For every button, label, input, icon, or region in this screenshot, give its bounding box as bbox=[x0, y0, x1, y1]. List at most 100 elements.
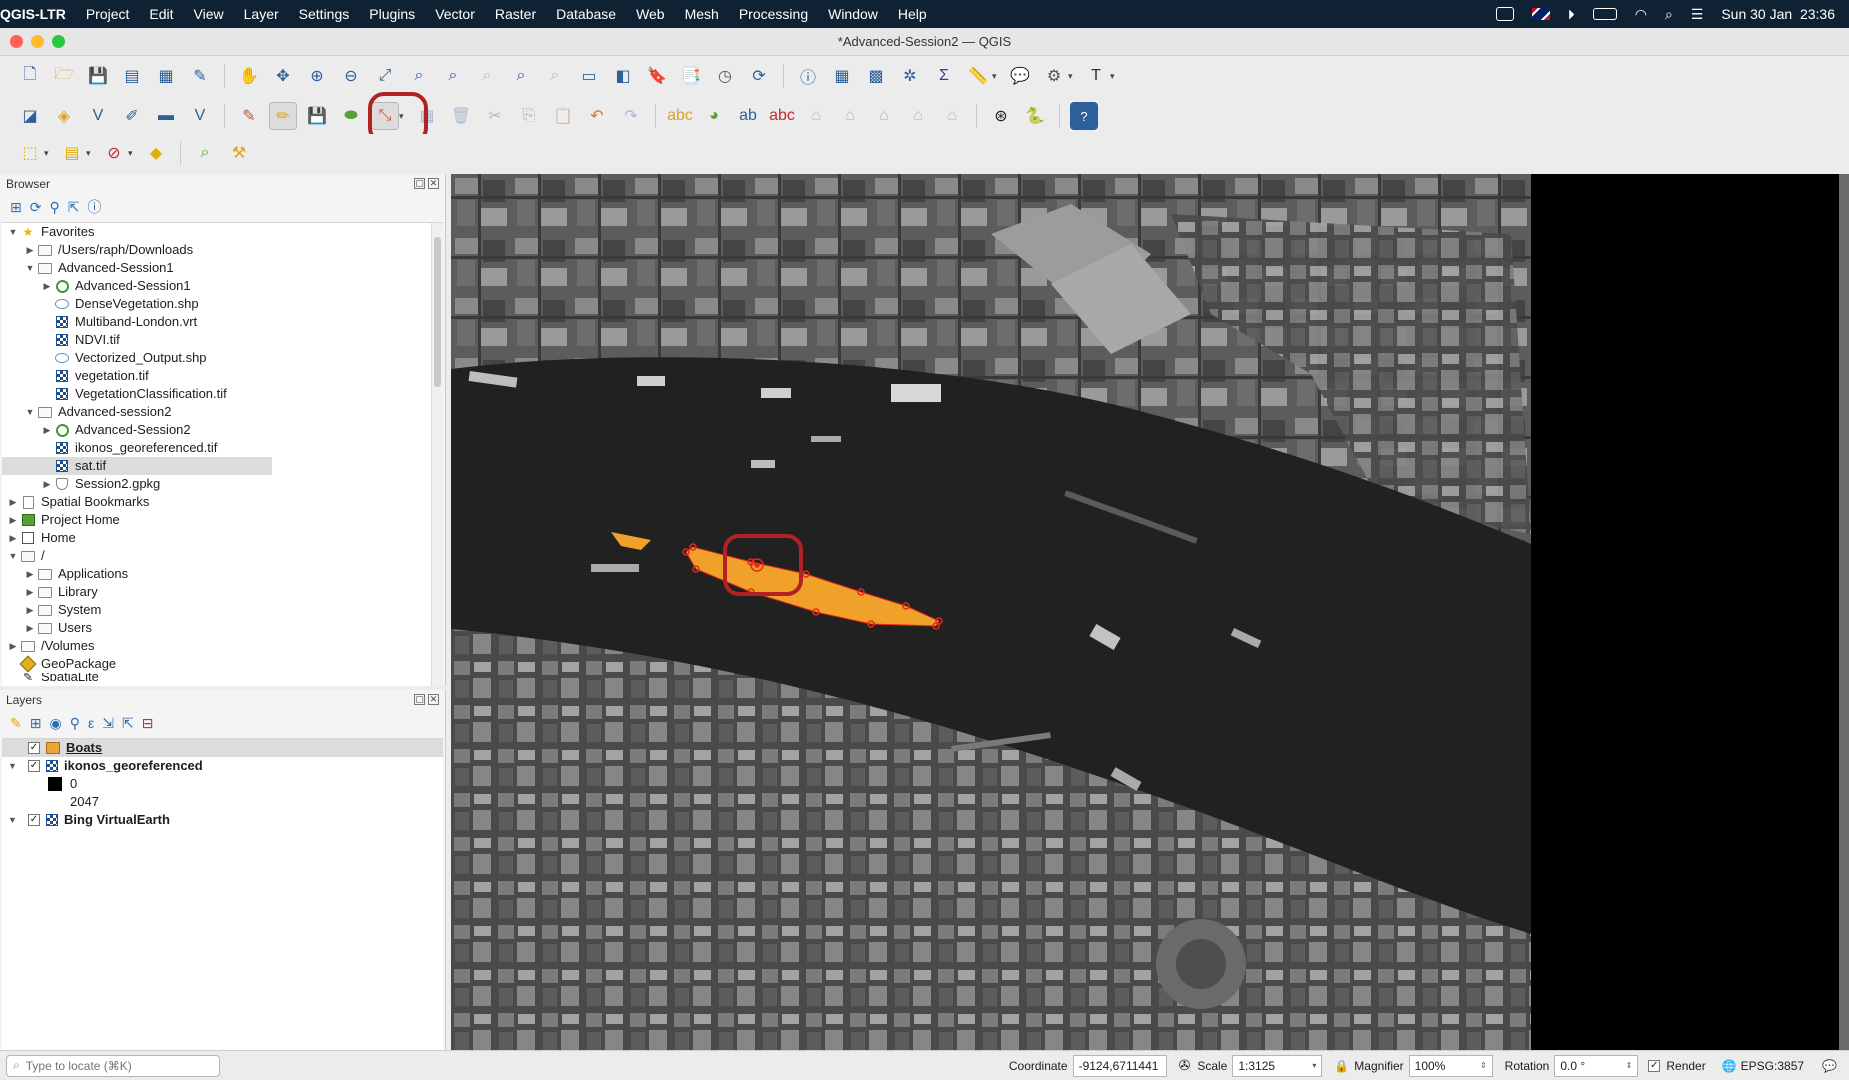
pin-labels-icon[interactable]: ⌂ bbox=[802, 102, 830, 130]
zoom-in-icon[interactable]: ⊕ bbox=[303, 62, 331, 90]
tree-item-users[interactable]: ▶ Users bbox=[2, 619, 443, 637]
filter-by-expression-icon[interactable]: ε bbox=[88, 715, 94, 731]
select-by-location-icon[interactable]: ⚙ bbox=[1040, 62, 1068, 90]
tree-item-advanced-session2-project[interactable]: ▶ Advanced-Session2 bbox=[2, 421, 443, 439]
processing-toolbox-icon[interactable]: ✲ bbox=[896, 62, 924, 90]
modify-attributes-icon[interactable]: ▦ bbox=[413, 102, 441, 130]
layer-visibility-checkbox[interactable]: ✓ bbox=[28, 742, 40, 754]
crs-button[interactable]: EPSG:3857 bbox=[1741, 1059, 1804, 1073]
float-panel-icon[interactable]: ▢ bbox=[414, 694, 425, 705]
temporal-controller-icon[interactable]: ◷ bbox=[711, 62, 739, 90]
open-layer-styling-icon[interactable]: ✎ bbox=[10, 715, 22, 732]
input-source-flag-icon[interactable] bbox=[1531, 8, 1550, 20]
messages-icon[interactable]: 💬 bbox=[1822, 1059, 1837, 1073]
menu-project[interactable]: Project bbox=[76, 6, 140, 22]
render-checkbox[interactable]: ✓ bbox=[1648, 1059, 1661, 1072]
properties-icon[interactable]: ⓘ bbox=[87, 197, 101, 217]
zoom-next-icon[interactable]: ⌕ bbox=[541, 62, 569, 90]
new-shapefile-layer-icon[interactable]: V bbox=[84, 102, 112, 130]
paste-features-icon[interactable]: 📋 bbox=[549, 102, 577, 130]
tree-item-advanced-session1-folder[interactable]: ▼ Advanced-Session1 bbox=[2, 259, 443, 277]
rotate-label-icon[interactable]: ⌂ bbox=[904, 102, 932, 130]
minimize-window-button[interactable] bbox=[31, 35, 44, 48]
tree-item-ikonos-georeferenced[interactable]: ikonos_georeferenced.tif bbox=[2, 439, 443, 457]
zoom-window-button[interactable] bbox=[52, 35, 65, 48]
tree-item-multiband-london[interactable]: Multiband-London.vrt bbox=[2, 313, 443, 331]
locator-search-icon[interactable]: ⌕ bbox=[191, 139, 219, 167]
show-bookmarks-icon[interactable]: 📑 bbox=[677, 62, 705, 90]
layer-ikonos[interactable]: ▼ ✓ ikonos_georeferenced bbox=[2, 757, 443, 775]
measure-line-icon[interactable]: 📏 bbox=[964, 62, 992, 90]
statistical-summary-icon[interactable]: Σ bbox=[930, 62, 958, 90]
georeferencer-icon[interactable]: ⚒ bbox=[225, 139, 253, 167]
new-map-view-icon[interactable]: ▭ bbox=[575, 62, 603, 90]
menu-window[interactable]: Window bbox=[818, 6, 888, 22]
tree-item-system[interactable]: ▶ System bbox=[2, 601, 443, 619]
tree-item-home[interactable]: ▶ Home bbox=[2, 529, 443, 547]
zoom-native-icon[interactable]: ⌕ bbox=[473, 62, 501, 90]
close-panel-icon[interactable]: ✕ bbox=[428, 178, 439, 189]
new-project-icon[interactable]: 🗋 bbox=[16, 62, 44, 90]
battery-icon[interactable] bbox=[1592, 8, 1617, 20]
tree-item-advanced-session2-folder[interactable]: ▼ Advanced-session2 bbox=[2, 403, 443, 421]
menu-vector[interactable]: Vector bbox=[425, 6, 485, 22]
refresh-browser-icon[interactable]: ⟳ bbox=[30, 199, 42, 216]
copy-features-icon[interactable]: ⎘ bbox=[515, 102, 543, 130]
filter-legend-icon[interactable]: ⚲ bbox=[70, 715, 80, 732]
tree-item-session2-gpkg[interactable]: ▶ Session2.gpkg bbox=[2, 475, 443, 493]
browser-scrollbar[interactable] bbox=[431, 223, 443, 686]
menu-view[interactable]: View bbox=[184, 6, 234, 22]
map-canvas[interactable] bbox=[451, 174, 1849, 1050]
save-project-icon[interactable]: 💾 bbox=[84, 62, 112, 90]
move-label-icon[interactable]: ⌂ bbox=[870, 102, 898, 130]
quickmapservices-icon[interactable]: ⊛ bbox=[987, 102, 1015, 130]
style-manager-icon[interactable]: ✎ bbox=[186, 62, 214, 90]
pan-to-selection-icon[interactable]: ✥ bbox=[269, 62, 297, 90]
lock-scale-icon[interactable]: 🔒 bbox=[1334, 1059, 1349, 1073]
locator-bar[interactable]: ⌕ bbox=[6, 1054, 220, 1077]
new-virtual-layer-icon[interactable]: ▬ bbox=[152, 102, 180, 130]
change-label-icon[interactable]: ⌂ bbox=[938, 102, 966, 130]
open-project-icon[interactable]: 🗁 bbox=[50, 62, 78, 90]
diagram-options-icon[interactable]: ◕ bbox=[700, 102, 728, 130]
data-source-manager-icon[interactable]: ◪ bbox=[16, 102, 44, 130]
add-polygon-feature-icon[interactable]: ⬬ bbox=[337, 102, 365, 130]
control-center-icon[interactable]: ☰ bbox=[1691, 6, 1704, 23]
tree-item-favorites[interactable]: ▼ ★ Favorites bbox=[2, 223, 443, 241]
toggle-editing-icon[interactable]: ✏ bbox=[269, 102, 297, 130]
tree-item-volumes[interactable]: ▶/Volumes bbox=[2, 637, 443, 655]
menu-web[interactable]: Web bbox=[626, 6, 675, 22]
layer-visibility-checkbox[interactable]: ✓ bbox=[28, 814, 40, 826]
new-geopackage-layer-icon[interactable]: ◈ bbox=[50, 102, 78, 130]
remove-layer-icon[interactable]: ⊟ bbox=[142, 715, 154, 732]
menu-help[interactable]: Help bbox=[888, 6, 937, 22]
layer-visibility-checkbox[interactable]: ✓ bbox=[28, 760, 40, 772]
new-bookmark-icon[interactable]: 🔖 bbox=[643, 62, 671, 90]
redo-icon[interactable]: ↷ bbox=[617, 102, 645, 130]
text-annotation-icon[interactable]: T bbox=[1082, 62, 1110, 90]
pan-map-icon[interactable]: ✋ bbox=[235, 62, 263, 90]
float-panel-icon[interactable]: ▢ bbox=[414, 178, 425, 189]
tree-item-ndvi[interactable]: NDVI.tif bbox=[2, 331, 443, 349]
expand-all-icon[interactable]: ⇲ bbox=[102, 715, 114, 732]
tree-item-densevegetation[interactable]: DenseVegetation.shp bbox=[2, 295, 443, 313]
menu-plugins[interactable]: Plugins bbox=[359, 6, 425, 22]
select-by-expression-icon[interactable]: ◆ bbox=[142, 139, 170, 167]
scale-field[interactable]: 1:3125 ▾ bbox=[1232, 1054, 1323, 1077]
zoom-out-icon[interactable]: ⊖ bbox=[337, 62, 365, 90]
tree-item-root[interactable]: ▼ / bbox=[2, 547, 443, 565]
help-icon[interactable]: ? bbox=[1070, 102, 1098, 130]
select-features-icon[interactable]: ⬚ bbox=[16, 139, 44, 167]
undo-icon[interactable]: ↶ bbox=[583, 102, 611, 130]
map-tips-icon[interactable]: 💬 bbox=[1006, 62, 1034, 90]
add-selected-layers-icon[interactable]: ⊞ bbox=[10, 199, 22, 216]
coordinate-field[interactable]: -9124,6711441 bbox=[1072, 1054, 1167, 1077]
zoom-last-icon[interactable]: ⌕ bbox=[507, 62, 535, 90]
collapse-all-icon[interactable]: ⇱ bbox=[68, 199, 80, 216]
layer-boats[interactable]: ✓ Boats bbox=[2, 739, 443, 757]
tree-item-advanced-session1-project[interactable]: ▶ Advanced-Session1 bbox=[2, 277, 443, 295]
menu-edit[interactable]: Edit bbox=[139, 6, 183, 22]
highlight-pinned-labels-icon[interactable]: ab bbox=[734, 102, 762, 130]
menu-database[interactable]: Database bbox=[546, 6, 626, 22]
new-temporary-layer-icon[interactable]: ✐ bbox=[118, 102, 146, 130]
